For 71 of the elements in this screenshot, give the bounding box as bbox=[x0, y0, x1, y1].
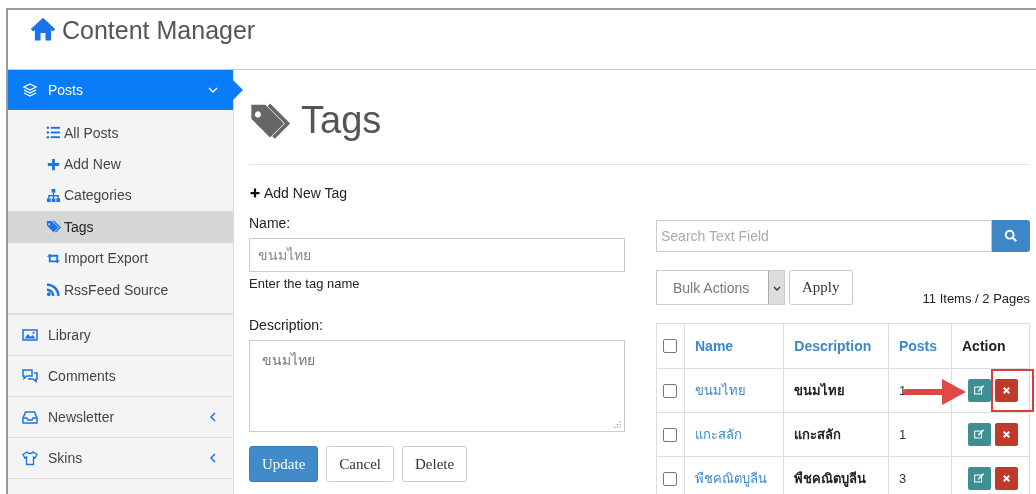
table-cell: ขนมไทย bbox=[794, 383, 846, 398]
sidebar-subitem[interactable]: RssFeed Source bbox=[8, 273, 233, 306]
name-label: Name: bbox=[249, 215, 292, 231]
picture-icon bbox=[22, 327, 38, 344]
sidebar-item[interactable]: Comments bbox=[8, 356, 233, 398]
comments-icon bbox=[22, 368, 38, 385]
sidebar-item[interactable]: Newsletter bbox=[8, 397, 233, 439]
resize-grip-icon bbox=[613, 420, 622, 429]
edit-button[interactable] bbox=[968, 423, 991, 446]
shirt-icon bbox=[22, 450, 38, 467]
tag-name-link[interactable]: ขนมไทย bbox=[695, 383, 746, 398]
close-icon bbox=[1002, 474, 1011, 483]
close-icon bbox=[1002, 430, 1011, 439]
search-field[interactable]: Search Text Field bbox=[656, 220, 992, 252]
delete-button[interactable] bbox=[995, 467, 1018, 490]
chevron-left-icon bbox=[207, 452, 219, 465]
sort-link[interactable]: Posts bbox=[888, 323, 952, 369]
sidebar-subitem[interactable]: Categories bbox=[8, 179, 233, 212]
search-icon bbox=[1004, 229, 1018, 243]
home-icon bbox=[30, 16, 56, 42]
chevron-left-icon bbox=[207, 411, 219, 424]
column-header: Action bbox=[951, 323, 1030, 369]
item-count: 11 Items / 2 Pages bbox=[922, 291, 1030, 306]
row-checkbox[interactable] bbox=[663, 427, 677, 442]
delete-button[interactable] bbox=[995, 423, 1018, 446]
bulk-actions-select[interactable]: Bulk Actions bbox=[656, 270, 785, 305]
sitemap-icon bbox=[46, 187, 61, 203]
rss-icon bbox=[46, 282, 61, 298]
edit-button[interactable] bbox=[968, 379, 991, 402]
sidebar-subitem[interactable]: Tags bbox=[8, 211, 233, 243]
description-label: Description: bbox=[249, 317, 324, 333]
edit-icon bbox=[974, 473, 985, 484]
search-button[interactable] bbox=[992, 220, 1030, 252]
sort-link[interactable]: Description bbox=[783, 323, 889, 369]
edit-button[interactable] bbox=[968, 467, 991, 490]
table-cell: 3 bbox=[898, 471, 907, 486]
tags-icon bbox=[46, 219, 61, 235]
list-icon bbox=[46, 125, 61, 141]
name-field[interactable]: ขนมไทย bbox=[249, 238, 625, 272]
select-all-checkbox[interactable] bbox=[663, 339, 677, 353]
row-checkbox[interactable] bbox=[663, 383, 677, 398]
add-new-tag-link[interactable]: Add New Tag bbox=[249, 185, 1030, 201]
sort-link[interactable]: Name bbox=[684, 323, 784, 369]
table-cell: พืชคณิตบูลีน bbox=[794, 471, 867, 486]
sidebar-subitem[interactable]: Add New bbox=[8, 148, 233, 180]
inbox-icon bbox=[22, 409, 38, 426]
edit-icon bbox=[974, 429, 985, 440]
plus-icon bbox=[46, 156, 61, 172]
edit-icon bbox=[974, 385, 985, 396]
form-button[interactable]: Cancel bbox=[326, 446, 394, 482]
close-icon bbox=[1002, 386, 1011, 395]
layers-icon bbox=[22, 82, 38, 98]
form-button[interactable]: Update bbox=[249, 446, 319, 482]
row-checkbox[interactable] bbox=[663, 471, 677, 486]
sidebar-item[interactable]: Skins bbox=[8, 438, 233, 480]
table-cell: 1 bbox=[898, 427, 907, 442]
help-text: Enter the tag name bbox=[249, 276, 361, 291]
delete-button[interactable] bbox=[995, 379, 1018, 402]
sidebar-item[interactable]: Library bbox=[8, 315, 233, 357]
form-button[interactable]: Delete bbox=[402, 446, 468, 482]
annotation-arrow bbox=[902, 377, 968, 407]
tag-name-link[interactable]: แกะสลัก bbox=[695, 427, 742, 442]
sidebar-subitem[interactable]: Import Export bbox=[8, 242, 233, 274]
sidebar-subitem[interactable]: All Posts bbox=[8, 117, 233, 149]
plus-icon bbox=[249, 187, 261, 199]
app-title: Content Manager bbox=[62, 16, 256, 45]
page-heading: Tags bbox=[301, 98, 382, 142]
apply-button[interactable]: Apply bbox=[789, 270, 853, 305]
description-field[interactable]: ขนมไทย bbox=[249, 340, 625, 432]
table-cell: แกะสลัก bbox=[794, 427, 842, 442]
table-cell: 1 bbox=[898, 383, 907, 398]
